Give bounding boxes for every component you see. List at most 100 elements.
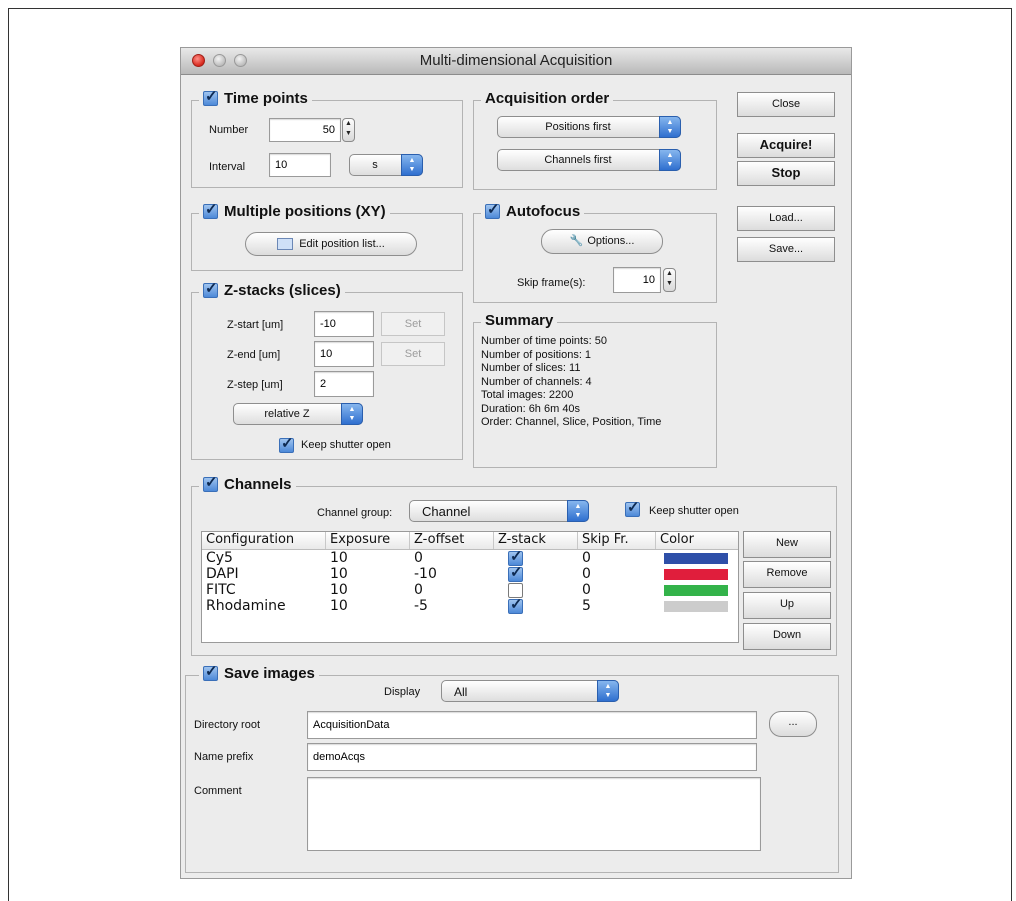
z-step-input[interactable] <box>314 371 374 397</box>
channel-up-button[interactable]: Up <box>743 592 831 619</box>
stop-button[interactable]: Stop <box>737 161 835 186</box>
z-mode-select[interactable]: relative Z ▲ ▼ <box>233 403 363 425</box>
select-arrows-icon: ▲ ▼ <box>659 149 681 171</box>
z-start-input[interactable] <box>314 311 374 337</box>
save-button[interactable]: Save... <box>737 237 835 262</box>
z-end-set-button[interactable]: Set <box>381 342 445 366</box>
table-row[interactable]: Cy5 10 0 0 <box>202 547 738 566</box>
color-swatch[interactable] <box>664 553 728 564</box>
directory-root-input[interactable] <box>307 711 757 739</box>
exposure-cell[interactable]: 10 <box>330 566 348 582</box>
summary-line: Number of slices: 11 <box>481 362 581 374</box>
order-select-1[interactable]: Positions first ▲ ▼ <box>497 116 681 138</box>
autofocus-checkbox[interactable] <box>485 200 500 219</box>
order-select-2[interactable]: Channels first ▲ ▼ <box>497 149 681 171</box>
name-prefix-input[interactable] <box>307 743 757 771</box>
edit-position-list-button[interactable]: Edit position list... <box>245 232 417 256</box>
time-points-header: Time points <box>199 87 312 107</box>
z-end-label: Z-end [um] <box>227 349 281 361</box>
column-header[interactable]: Z-offset <box>410 532 494 549</box>
select-arrows-icon: ▲ ▼ <box>659 116 681 138</box>
config-cell[interactable]: DAPI <box>206 566 239 582</box>
interval-unit-select[interactable]: s ▲ ▼ <box>349 154 423 176</box>
table-row[interactable]: Rhodamine 10 -5 5 <box>202 595 738 614</box>
channel-group-select[interactable]: Channel ▲ ▼ <box>409 500 589 522</box>
table-row[interactable]: FITC 10 0 0 <box>202 582 738 598</box>
browse-directory-button[interactable]: ... <box>769 711 817 737</box>
exposure-cell[interactable]: 10 <box>330 550 348 566</box>
column-header[interactable]: Skip Fr. <box>578 532 656 549</box>
summary-title: Summary <box>485 312 554 329</box>
skip-cell[interactable]: 0 <box>582 566 591 582</box>
display-select[interactable]: All ▲ ▼ <box>441 680 619 702</box>
z-start-label: Z-start [um] <box>227 319 284 331</box>
interval-label: Interval <box>209 161 246 173</box>
column-header[interactable]: Z-stack <box>494 532 578 549</box>
comment-textarea[interactable] <box>307 777 761 851</box>
color-swatch[interactable] <box>664 585 728 596</box>
select-arrows-icon: ▲ ▼ <box>341 403 363 425</box>
summary-line: Duration: 6h 6m 40s <box>481 402 581 415</box>
channels-keep-shutter-checkbox[interactable] <box>625 498 640 517</box>
number-input[interactable] <box>269 118 341 142</box>
select-arrows-icon: ▲ ▼ <box>567 500 589 522</box>
zoffset-cell[interactable]: 0 <box>414 550 423 566</box>
z-keep-shutter-checkbox[interactable] <box>279 434 294 453</box>
channels-checkbox[interactable] <box>203 473 218 492</box>
load-button[interactable]: Load... <box>737 206 835 231</box>
list-icon <box>277 238 294 251</box>
channel-new-button[interactable]: New <box>743 531 831 558</box>
config-cell[interactable]: Rhodamine <box>206 598 286 614</box>
wrench-icon: 🔧 <box>569 235 584 247</box>
save-images-title: Save images <box>224 665 315 682</box>
zoffset-cell[interactable]: 0 <box>414 582 423 598</box>
positions-checkbox[interactable] <box>203 200 218 219</box>
exposure-cell[interactable]: 10 <box>330 582 348 598</box>
zoffset-cell[interactable]: -5 <box>414 598 428 614</box>
interval-input[interactable] <box>269 153 331 177</box>
skip-cell[interactable]: 5 <box>582 598 591 614</box>
channel-remove-button[interactable]: Remove <box>743 561 831 588</box>
skip-cell[interactable]: 0 <box>582 582 591 598</box>
save-images-checkbox[interactable] <box>203 662 218 681</box>
table-header: Configuration Exposure Z-offset Z-stack … <box>202 532 738 550</box>
close-button[interactable]: Close <box>737 92 835 117</box>
channels-table[interactable]: Configuration Exposure Z-offset Z-stack … <box>201 531 739 643</box>
color-swatch[interactable] <box>664 569 728 580</box>
color-swatch[interactable] <box>664 601 728 612</box>
zstack-checkbox[interactable] <box>508 595 523 614</box>
comment-label: Comment <box>194 785 242 797</box>
display-label: Display <box>384 686 421 698</box>
channel-down-button[interactable]: Down <box>743 623 831 650</box>
autofocus-options-button[interactable]: 🔧 Options... <box>541 229 663 254</box>
options-label: Options... <box>587 235 635 247</box>
z-start-set-button[interactable]: Set <box>381 312 445 336</box>
config-cell[interactable]: Cy5 <box>206 550 233 566</box>
z-end-input[interactable] <box>314 341 374 367</box>
zstacks-checkbox[interactable] <box>203 279 218 298</box>
autofocus-header: Autofocus <box>481 200 585 220</box>
save-images-header: Save images <box>199 662 319 682</box>
column-header[interactable]: Exposure <box>326 532 410 549</box>
time-points-checkbox[interactable] <box>203 87 218 106</box>
channels-header: Channels <box>199 473 296 493</box>
acquire-button[interactable]: Acquire! <box>737 133 835 158</box>
name-prefix-label: Name prefix <box>194 751 254 763</box>
z-step-label: Z-step [um] <box>227 379 283 391</box>
exposure-cell[interactable]: 10 <box>330 598 348 614</box>
autofocus-title: Autofocus <box>506 203 581 220</box>
config-cell[interactable]: FITC <box>206 582 236 598</box>
number-stepper[interactable]: ▲ ▼ <box>342 118 355 142</box>
column-header[interactable]: Configuration <box>202 532 326 549</box>
zoffset-cell[interactable]: -10 <box>414 566 437 582</box>
summary-line: Number of time points: 50 <box>481 335 607 347</box>
skip-cell[interactable]: 0 <box>582 550 591 566</box>
zstack-checkbox[interactable] <box>508 563 523 582</box>
column-header[interactable]: Color <box>656 532 738 549</box>
title-bar[interactable]: Multi-dimensional Acquisition <box>181 48 851 75</box>
skip-frames-input[interactable] <box>613 267 661 293</box>
z-keep-shutter-label: Keep shutter open <box>301 439 391 451</box>
summary-line: Number of channels: 4 <box>481 375 592 388</box>
table-row[interactable]: DAPI 10 -10 0 <box>202 563 738 582</box>
skip-frames-stepper[interactable]: ▲ ▼ <box>663 268 676 292</box>
